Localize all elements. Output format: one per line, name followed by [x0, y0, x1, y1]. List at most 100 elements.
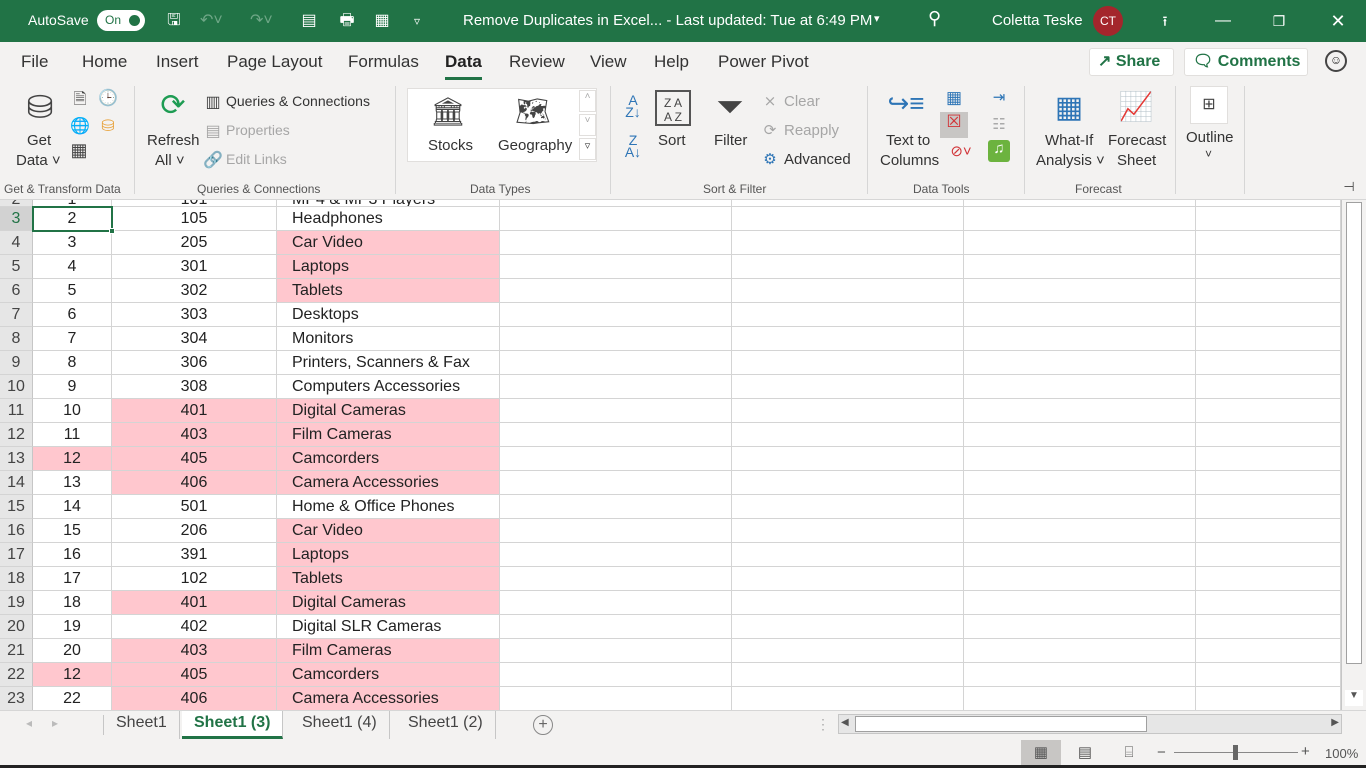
- forecast-label-2[interactable]: Sheet: [1117, 152, 1156, 169]
- empty-cell[interactable]: [1196, 423, 1341, 447]
- empty-cell[interactable]: [1196, 207, 1341, 231]
- gallery-up-icon[interactable]: ˄: [579, 90, 596, 112]
- prev-sheet-icon[interactable]: ◂: [26, 716, 32, 730]
- manage-data-model-icon[interactable]: ♫: [988, 140, 1010, 162]
- relationships-icon[interactable]: ☷: [988, 115, 1010, 133]
- row-header[interactable]: 3: [0, 207, 33, 231]
- minimize-icon[interactable]: —: [1210, 8, 1236, 34]
- vertical-scrollbar[interactable]: ▼: [1341, 200, 1366, 710]
- empty-cell[interactable]: [964, 351, 1196, 375]
- empty-cell[interactable]: [732, 423, 964, 447]
- recent-sources-icon[interactable]: 🕒: [98, 88, 118, 108]
- cell-b[interactable]: 306: [112, 351, 277, 375]
- empty-cell[interactable]: [500, 255, 732, 279]
- row-header[interactable]: 21: [0, 639, 33, 663]
- empty-cell[interactable]: [1196, 663, 1341, 687]
- cell-c[interactable]: Tablets: [277, 279, 500, 303]
- data-validation-icon[interactable]: ⊘˅: [943, 142, 979, 160]
- empty-cell[interactable]: [1196, 399, 1341, 423]
- form-icon[interactable]: ▤: [298, 10, 320, 32]
- empty-cell[interactable]: [500, 591, 732, 615]
- row-header[interactable]: 14: [0, 471, 33, 495]
- empty-cell[interactable]: [732, 567, 964, 591]
- filter-button[interactable]: Filter: [714, 132, 747, 149]
- refresh-label-1[interactable]: Refresh: [147, 132, 200, 149]
- empty-cell[interactable]: [1196, 615, 1341, 639]
- empty-cell[interactable]: [500, 351, 732, 375]
- empty-cell[interactable]: [500, 327, 732, 351]
- tab-page-layout[interactable]: Page Layout: [227, 52, 322, 72]
- row-header[interactable]: 13: [0, 447, 33, 471]
- cell-b[interactable]: 101: [112, 200, 277, 207]
- empty-cell[interactable]: [964, 519, 1196, 543]
- empty-cell[interactable]: [732, 519, 964, 543]
- cell-c[interactable]: Camcorders: [277, 663, 500, 687]
- empty-cell[interactable]: [500, 423, 732, 447]
- cell-b[interactable]: 406: [112, 687, 277, 710]
- cell-b[interactable]: 301: [112, 255, 277, 279]
- row-header[interactable]: 6: [0, 279, 33, 303]
- empty-cell[interactable]: [964, 279, 1196, 303]
- tab-file[interactable]: File: [21, 52, 48, 72]
- row-header[interactable]: 22: [0, 663, 33, 687]
- empty-cell[interactable]: [1196, 279, 1341, 303]
- cell-c[interactable]: Desktops: [277, 303, 500, 327]
- title-dropdown-icon[interactable]: ▾: [874, 12, 880, 25]
- row-header[interactable]: 10: [0, 375, 33, 399]
- consolidate-icon[interactable]: ⇥: [988, 88, 1010, 106]
- empty-cell[interactable]: [964, 375, 1196, 399]
- what-if-label-1[interactable]: What-If: [1045, 132, 1093, 149]
- share-button[interactable]: ↗ Share: [1089, 48, 1174, 76]
- cell-a[interactable]: 11: [33, 423, 112, 447]
- cell-a[interactable]: 17: [33, 567, 112, 591]
- queries-connections-button[interactable]: Queries & Connections: [226, 93, 370, 109]
- row-header[interactable]: 20: [0, 615, 33, 639]
- forecast-sheet-icon[interactable]: 📈: [1116, 90, 1156, 123]
- get-data-label-2[interactable]: Data ˅: [16, 152, 61, 169]
- sort-a-to-z-icon[interactable]: A Z↓: [620, 93, 646, 119]
- cell-b[interactable]: 303: [112, 303, 277, 327]
- next-sheet-icon[interactable]: ▸: [52, 716, 58, 730]
- empty-cell[interactable]: [732, 543, 964, 567]
- empty-cell[interactable]: [1196, 231, 1341, 255]
- row-header[interactable]: 16: [0, 519, 33, 543]
- autosave-toggle[interactable]: On: [97, 10, 145, 31]
- empty-cell[interactable]: [964, 447, 1196, 471]
- empty-cell[interactable]: [500, 447, 732, 471]
- table-icon[interactable]: ▦: [371, 10, 393, 32]
- zoom-out-button[interactable]: −: [1157, 744, 1166, 761]
- row-header[interactable]: 2: [0, 200, 33, 208]
- get-data-label-1[interactable]: Get: [27, 132, 51, 149]
- text-to-columns-icon[interactable]: ↪≡: [886, 88, 926, 119]
- cell-b[interactable]: 401: [112, 399, 277, 423]
- empty-cell[interactable]: [500, 200, 732, 207]
- cell-a[interactable]: 9: [33, 375, 112, 399]
- empty-cell[interactable]: [1196, 471, 1341, 495]
- empty-cell[interactable]: [500, 495, 732, 519]
- outline-caret-icon[interactable]: ˅: [1205, 147, 1212, 161]
- empty-cell[interactable]: [500, 567, 732, 591]
- empty-cell[interactable]: [732, 591, 964, 615]
- zoom-slider-thumb[interactable]: [1233, 745, 1238, 760]
- scroll-down-arrow-icon[interactable]: ▼: [1345, 690, 1363, 706]
- cell-c[interactable]: Digital Cameras: [277, 399, 500, 423]
- empty-cell[interactable]: [732, 303, 964, 327]
- empty-cell[interactable]: [732, 687, 964, 710]
- row-header[interactable]: 9: [0, 351, 33, 375]
- row-header[interactable]: 17: [0, 543, 33, 567]
- restore-icon[interactable]: ❐: [1266, 8, 1292, 34]
- row-header[interactable]: 7: [0, 303, 33, 327]
- feedback-smiley-icon[interactable]: ☺: [1325, 50, 1347, 72]
- empty-cell[interactable]: [500, 687, 732, 710]
- what-if-label-2[interactable]: Analysis ˅: [1036, 152, 1105, 169]
- filter-funnel-icon[interactable]: ⏷: [712, 88, 748, 127]
- empty-cell[interactable]: [964, 399, 1196, 423]
- empty-cell[interactable]: [964, 639, 1196, 663]
- tab-help[interactable]: Help: [654, 52, 689, 72]
- empty-cell[interactable]: [964, 663, 1196, 687]
- search-icon[interactable]: ⚲: [928, 8, 941, 29]
- empty-cell[interactable]: [500, 279, 732, 303]
- cell-a[interactable]: 4: [33, 255, 112, 279]
- cell-c[interactable]: Tablets: [277, 567, 500, 591]
- cell-b[interactable]: 102: [112, 567, 277, 591]
